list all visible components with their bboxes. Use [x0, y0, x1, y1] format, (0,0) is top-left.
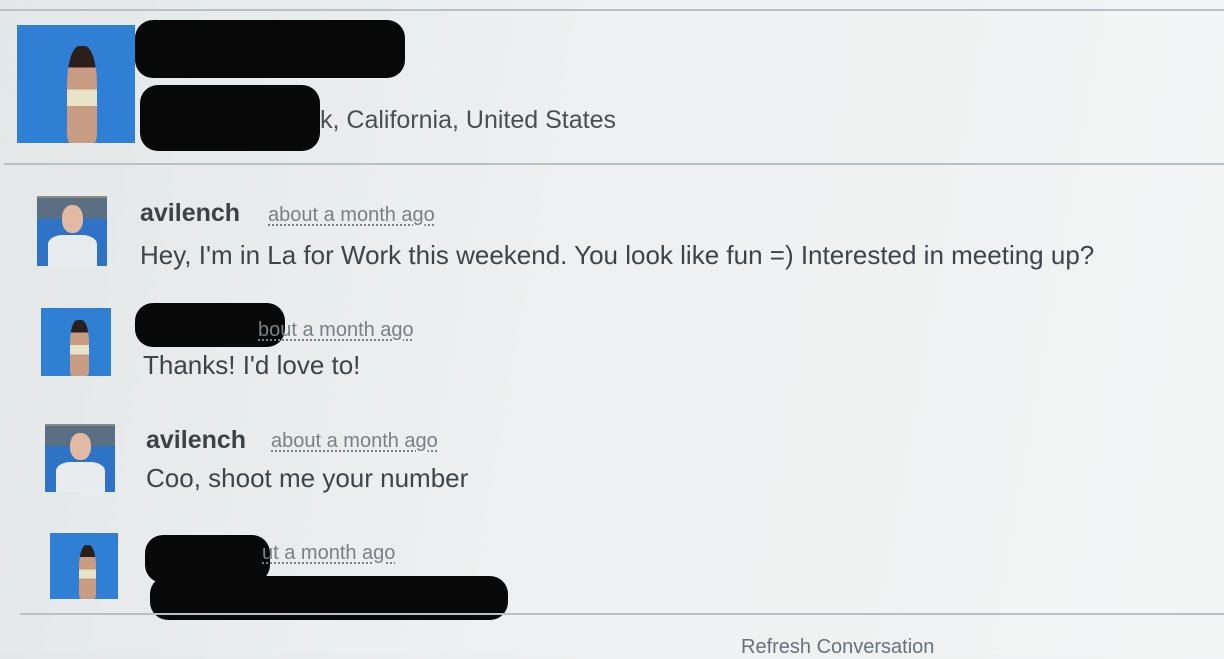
message-timestamp[interactable]: about a month ago	[268, 204, 435, 227]
top-divider	[0, 9, 1224, 11]
sender-avatar[interactable]	[37, 196, 107, 266]
avatar-shirt	[55, 462, 105, 492]
profile-avatar[interactable]	[17, 25, 135, 143]
avatar-head	[69, 432, 91, 461]
sender-avatar[interactable]	[50, 533, 118, 599]
avatar-head	[61, 204, 83, 234]
avatar-shirt	[47, 235, 97, 266]
sender-username[interactable]: avilench	[140, 199, 240, 228]
avatar-figure	[78, 544, 97, 599]
profile-photo-figure	[66, 46, 98, 143]
header-divider	[4, 163, 1224, 165]
redacted-profile-name	[135, 20, 405, 78]
message-text: Hey, I'm in La for Work this weekend. Yo…	[140, 240, 1095, 270]
message-timestamp[interactable]: about a month ago	[271, 430, 438, 453]
sender-avatar[interactable]	[45, 424, 115, 492]
message-timestamp[interactable]: ut a month ago	[262, 542, 395, 565]
avatar-figure	[70, 320, 89, 376]
footer-divider	[20, 613, 1224, 615]
message-timestamp[interactable]: bout a month ago	[258, 319, 414, 342]
refresh-conversation-link[interactable]: Refresh Conversation	[741, 636, 934, 659]
profile-location: k, California, United States	[320, 106, 616, 134]
sender-username[interactable]: avilench	[146, 426, 246, 455]
sender-avatar[interactable]	[41, 308, 111, 376]
message-text: Coo, shoot me your number	[146, 463, 469, 493]
message-text: Thanks! I'd love to!	[143, 350, 361, 380]
redacted-profile-city	[140, 85, 320, 151]
